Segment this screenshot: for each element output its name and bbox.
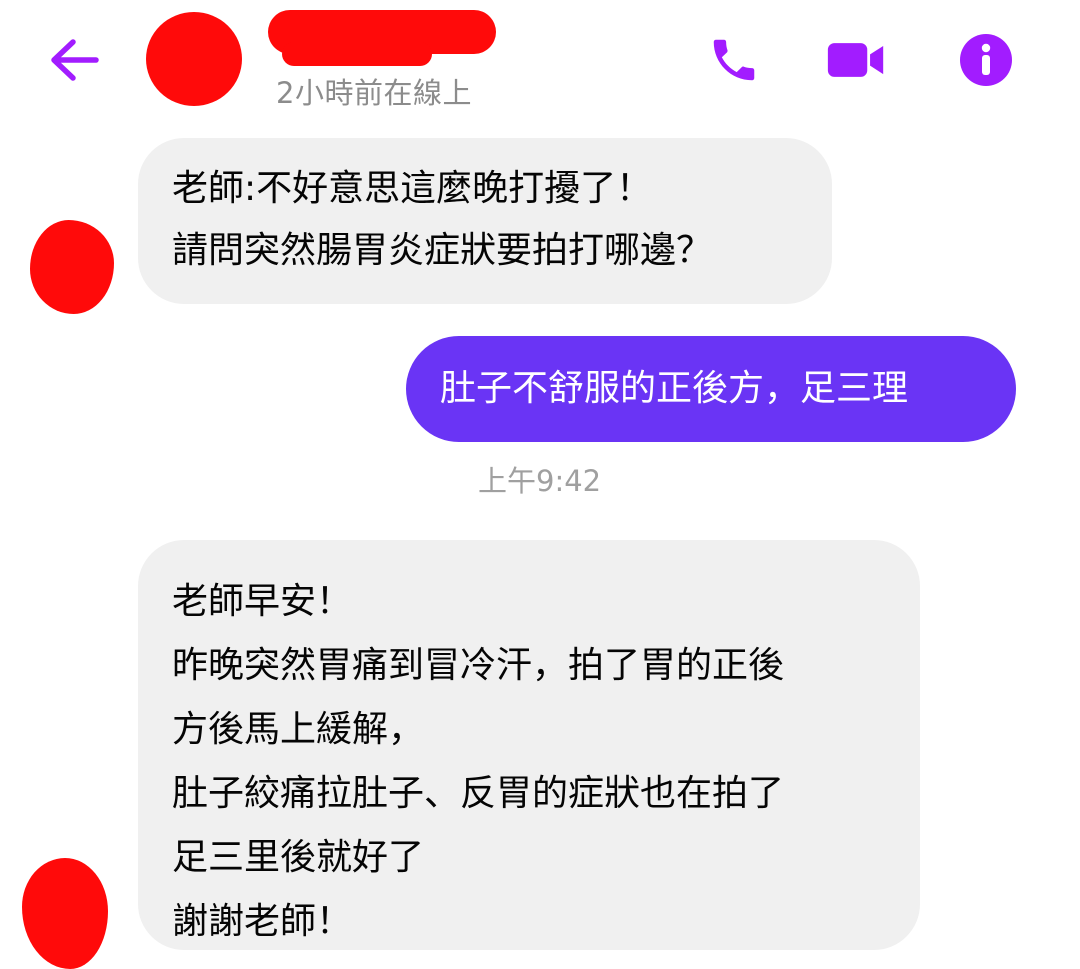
back-button[interactable]	[44, 32, 104, 88]
message-timestamp: 上午9:42	[478, 464, 602, 498]
sender-avatar[interactable]	[22, 858, 108, 969]
back-arrow-icon	[51, 39, 99, 81]
video-call-button[interactable]	[826, 30, 886, 90]
outgoing-message-bubble[interactable]: 肚子不舒服的正後方，足三理	[406, 336, 1016, 442]
sender-avatar[interactable]	[30, 220, 114, 314]
info-icon	[960, 34, 1012, 86]
incoming-message-bubble[interactable]: 老師早安！ 昨晚突然胃痛到冒冷汗，拍了胃的正後 方後馬上緩解， 肚子絞痛拉肚子、…	[138, 540, 920, 950]
online-status: 2小時前在線上	[276, 76, 472, 110]
incoming-message-bubble[interactable]: 老師:不好意思這麼晚打擾了！ 請問突然腸胃炎症狀要拍打哪邊？	[138, 138, 832, 304]
phone-icon	[713, 39, 755, 81]
info-button[interactable]	[956, 30, 1016, 90]
contact-avatar[interactable]	[146, 12, 242, 106]
call-button[interactable]	[704, 30, 764, 90]
chat-header: 2小時前在線上	[0, 0, 1080, 118]
contact-name-redaction	[268, 10, 496, 66]
video-camera-icon	[827, 43, 884, 77]
